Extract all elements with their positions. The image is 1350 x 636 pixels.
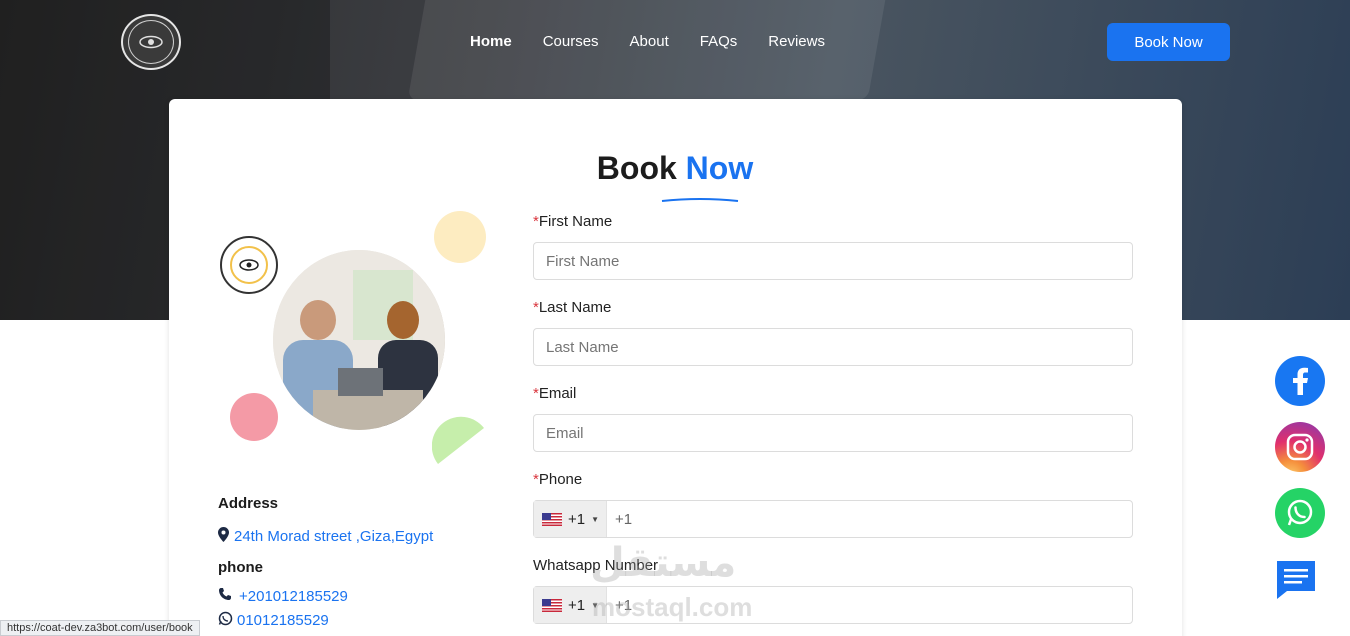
phone-country-code: +1	[568, 510, 586, 528]
watermark-latin: mostaql.com	[592, 592, 753, 622]
first-name-label: *First Name	[533, 213, 612, 230]
page-title: Book Now	[0, 150, 1350, 187]
badge-eye-icon	[230, 246, 268, 284]
nav-about[interactable]: About	[630, 33, 669, 51]
nav-faqs[interactable]: FAQs	[700, 33, 738, 51]
phone-link[interactable]: +201012185529	[218, 587, 348, 605]
whatsapp-country-code: +1	[568, 596, 586, 614]
book-now-button[interactable]: Book Now	[1107, 23, 1230, 61]
instagram-icon[interactable]	[1275, 422, 1325, 472]
last-name-input[interactable]	[533, 328, 1133, 366]
status-bar-url: https://coat-dev.za3bot.com/user/book	[0, 620, 200, 636]
phone-label-text: Phone	[538, 471, 583, 488]
whatsapp-small-icon	[218, 611, 233, 630]
phone-number-placeholder[interactable]: +1	[615, 511, 632, 528]
main-nav: Home Courses About FAQs Reviews	[470, 33, 856, 51]
chevron-down-icon: ▼	[591, 514, 600, 524]
phone-icon	[218, 587, 232, 605]
us-flag-icon	[542, 512, 562, 526]
title-main: Book	[596, 150, 677, 186]
phone-field: +1 ▼ +1	[533, 500, 1133, 538]
us-flag-icon	[542, 598, 562, 612]
decor-half-circle-green	[432, 416, 484, 464]
address-value: 24th Morad street ,Giza,Egypt	[234, 528, 434, 545]
email-input[interactable]	[533, 414, 1133, 452]
phone-country-select[interactable]: +1 ▼	[534, 501, 607, 537]
nav-reviews[interactable]: Reviews	[768, 33, 825, 51]
last-name-label-text: Last Name	[538, 299, 612, 316]
phone-heading: phone	[218, 559, 263, 576]
map-pin-icon	[218, 527, 229, 546]
watermark-arabic: مستقل	[590, 541, 737, 585]
site-logo[interactable]	[121, 14, 181, 70]
phone-label: *Phone	[533, 471, 582, 488]
last-name-label: *Last Name	[533, 299, 611, 316]
whatsapp-link[interactable]: 01012185529	[218, 611, 329, 630]
facebook-icon[interactable]	[1275, 356, 1325, 406]
first-name-label-text: First Name	[538, 213, 613, 230]
whatsapp-value: 01012185529	[237, 612, 329, 629]
email-label-text: Email	[538, 385, 577, 402]
nav-courses[interactable]: Courses	[543, 33, 599, 51]
title-underline	[661, 198, 739, 202]
logo-eye-icon	[128, 20, 174, 64]
first-name-input[interactable]	[533, 242, 1133, 280]
address-link[interactable]: 24th Morad street ,Giza,Egypt	[218, 527, 433, 546]
decor-circle-pink	[230, 393, 278, 441]
phone-value: +201012185529	[239, 587, 348, 605]
team-photo	[273, 250, 445, 430]
title-accent: Now	[685, 150, 754, 186]
email-label: *Email	[533, 385, 576, 402]
decor-circle-yellow	[434, 211, 486, 263]
nav-home[interactable]: Home	[470, 33, 512, 51]
brand-badge	[220, 236, 278, 294]
address-heading: Address	[218, 495, 279, 512]
whatsapp-icon[interactable]	[1275, 488, 1325, 538]
chat-icon[interactable]	[1275, 559, 1317, 599]
